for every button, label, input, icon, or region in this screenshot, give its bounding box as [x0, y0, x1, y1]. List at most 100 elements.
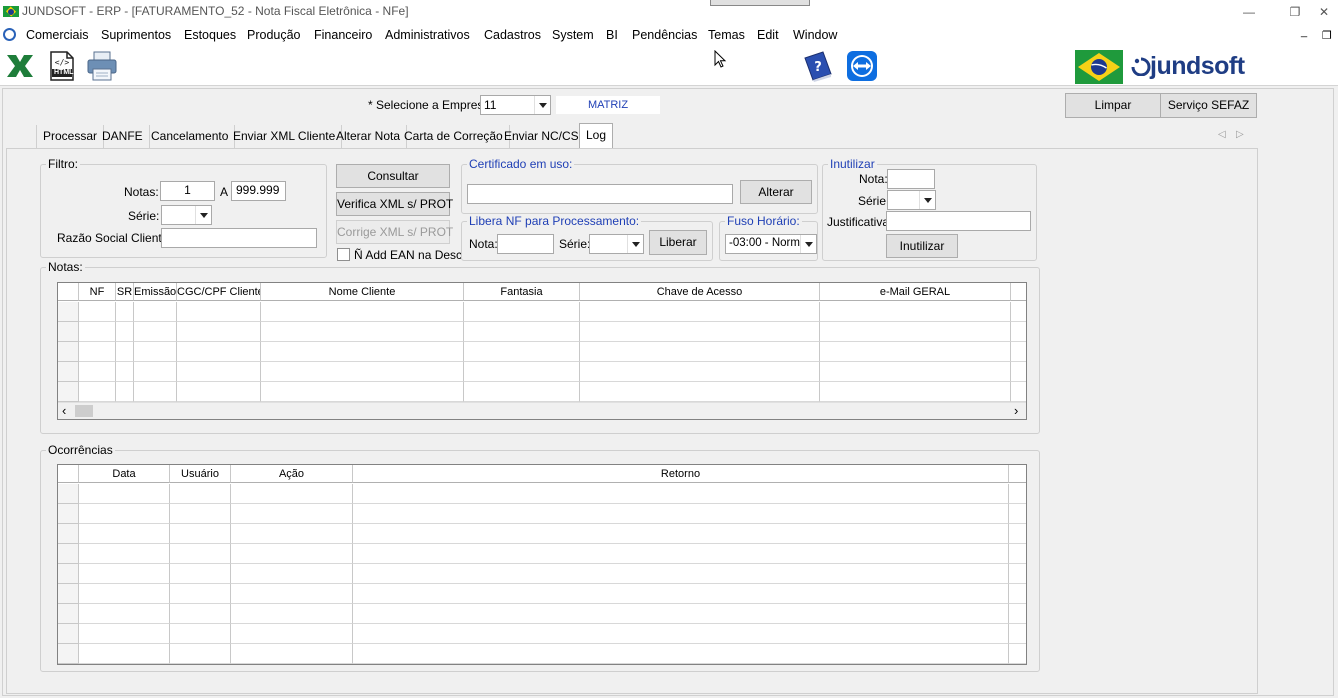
grid-cell[interactable]: [353, 484, 1009, 504]
col-data[interactable]: Data: [79, 465, 170, 483]
close-button[interactable]: ✕: [1310, 2, 1338, 22]
row-selector[interactable]: [58, 382, 79, 402]
grid-cell[interactable]: [134, 302, 177, 322]
row-selector[interactable]: [58, 644, 79, 664]
grid-cell[interactable]: [464, 342, 580, 362]
grid-cell[interactable]: [116, 302, 134, 322]
grid-cell[interactable]: [170, 584, 231, 604]
grid-cell[interactable]: [580, 342, 820, 362]
col-nf[interactable]: NF: [79, 283, 116, 301]
row-selector[interactable]: [58, 544, 79, 564]
menu-window[interactable]: Window: [793, 28, 837, 42]
grid-cell[interactable]: [79, 362, 116, 382]
corrige-xml-button[interactable]: Corrige XML s/ PROT: [336, 220, 453, 244]
tab-scroll-right-icon[interactable]: ▷: [1236, 129, 1244, 140]
grid-cell[interactable]: [231, 484, 353, 504]
row-selector[interactable]: [58, 484, 79, 504]
menu-comerciais[interactable]: Comerciais: [26, 28, 89, 42]
grid-cell[interactable]: [820, 322, 1011, 342]
tab-processar[interactable]: Processar: [37, 125, 105, 149]
row-selector[interactable]: [58, 524, 79, 544]
scroll-left-icon[interactable]: ‹: [62, 403, 66, 418]
grid-cell[interactable]: [231, 644, 353, 664]
grid-cell[interactable]: [464, 362, 580, 382]
grid-cell[interactable]: [1009, 604, 1026, 624]
grid-cell[interactable]: [116, 342, 134, 362]
mdi-minimize-button[interactable]: _: [1301, 26, 1307, 38]
grid-cell[interactable]: [820, 382, 1011, 402]
row-selector[interactable]: [58, 302, 79, 322]
col-acao[interactable]: Ação: [231, 465, 353, 483]
row-selector[interactable]: [58, 584, 79, 604]
grid-cell[interactable]: [177, 382, 261, 402]
grid-cell[interactable]: [580, 322, 820, 342]
grid-cell[interactable]: [231, 524, 353, 544]
ocorrencias-grid[interactable]: Data Usuário Ação Retorno: [57, 464, 1027, 665]
grid-cell[interactable]: [464, 302, 580, 322]
grid-cell[interactable]: [1011, 382, 1026, 402]
teamviewer-icon[interactable]: [846, 50, 878, 82]
certificado-input[interactable]: [467, 184, 733, 204]
servico-sefaz-button[interactable]: Serviço SEFAZ: [1160, 93, 1257, 118]
tab-alterar-nota[interactable]: Alterar Nota: [330, 125, 408, 149]
tab-enviar-nc-cs[interactable]: Enviar NC/CS: [498, 125, 586, 149]
row-selector[interactable]: [58, 342, 79, 362]
grid-cell[interactable]: [134, 342, 177, 362]
grid-cell[interactable]: [170, 604, 231, 624]
help-book-icon[interactable]: ?: [801, 50, 833, 82]
row-selector[interactable]: [58, 564, 79, 584]
grid-cell[interactable]: [353, 504, 1009, 524]
grid-cell[interactable]: [177, 342, 261, 362]
grid-cell[interactable]: [580, 382, 820, 402]
grid-cell[interactable]: [1009, 544, 1026, 564]
grid-cell[interactable]: [177, 322, 261, 342]
tab-enviar-xml-cliente[interactable]: Enviar XML Cliente: [227, 125, 343, 149]
col-emissao[interactable]: Emissão: [134, 283, 177, 301]
floating-toolbar-handle[interactable]: [710, 0, 810, 6]
inutilizar-nota-input[interactable]: [887, 169, 935, 189]
notas-from-input[interactable]: 1: [160, 181, 215, 201]
libera-nota-input[interactable]: [497, 234, 554, 254]
grid-cell[interactable]: [1011, 322, 1026, 342]
scroll-right-icon[interactable]: ›: [1014, 403, 1018, 418]
grid-cell[interactable]: [261, 302, 464, 322]
excel-icon[interactable]: [4, 50, 36, 82]
tab-danfe[interactable]: DANFE: [96, 125, 150, 149]
grid-cell[interactable]: [79, 564, 170, 584]
grid-cell[interactable]: [1009, 504, 1026, 524]
menu-cadastros[interactable]: Cadastros: [484, 28, 541, 42]
grid-cell[interactable]: [170, 484, 231, 504]
grid-cell[interactable]: [170, 544, 231, 564]
justificativa-input[interactable]: [886, 211, 1031, 231]
mdi-restore-button[interactable]: ❐: [1322, 29, 1332, 42]
grid-cell[interactable]: [580, 362, 820, 382]
grid-cell[interactable]: [177, 362, 261, 382]
grid-cell[interactable]: [1011, 302, 1026, 322]
html-icon[interactable]: </> HTML: [46, 50, 78, 82]
grid-cell[interactable]: [79, 504, 170, 524]
liberar-button[interactable]: Liberar: [649, 230, 707, 255]
verifica-xml-button[interactable]: Verifica XML s/ PROT: [336, 192, 453, 216]
menu-financeiro[interactable]: Financeiro: [314, 28, 372, 42]
grid-cell[interactable]: [231, 564, 353, 584]
grid-cell[interactable]: [170, 564, 231, 584]
grid-cell[interactable]: [79, 342, 116, 362]
grid-cell[interactable]: [170, 524, 231, 544]
grid-cell[interactable]: [820, 302, 1011, 322]
col-retorno[interactable]: Retorno: [353, 465, 1009, 483]
grid-cell[interactable]: [464, 382, 580, 402]
menu-temas[interactable]: Temas: [708, 28, 745, 42]
menu-suprimentos[interactable]: Suprimentos: [101, 28, 171, 42]
grid-cell[interactable]: [580, 302, 820, 322]
grid-cell[interactable]: [116, 382, 134, 402]
grid-cell[interactable]: [820, 362, 1011, 382]
limpar-button[interactable]: Limpar: [1065, 93, 1161, 118]
grid-cell[interactable]: [79, 322, 116, 342]
add-ean-checkbox[interactable]: [337, 248, 350, 261]
grid-cell[interactable]: [79, 524, 170, 544]
grid-cell[interactable]: [1009, 644, 1026, 664]
grid-cell[interactable]: [79, 544, 170, 564]
menu-administrativos[interactable]: Administrativos: [385, 28, 470, 42]
tab-cancelamento[interactable]: Cancelamento: [145, 125, 236, 149]
menu-bi[interactable]: BI: [606, 28, 618, 42]
